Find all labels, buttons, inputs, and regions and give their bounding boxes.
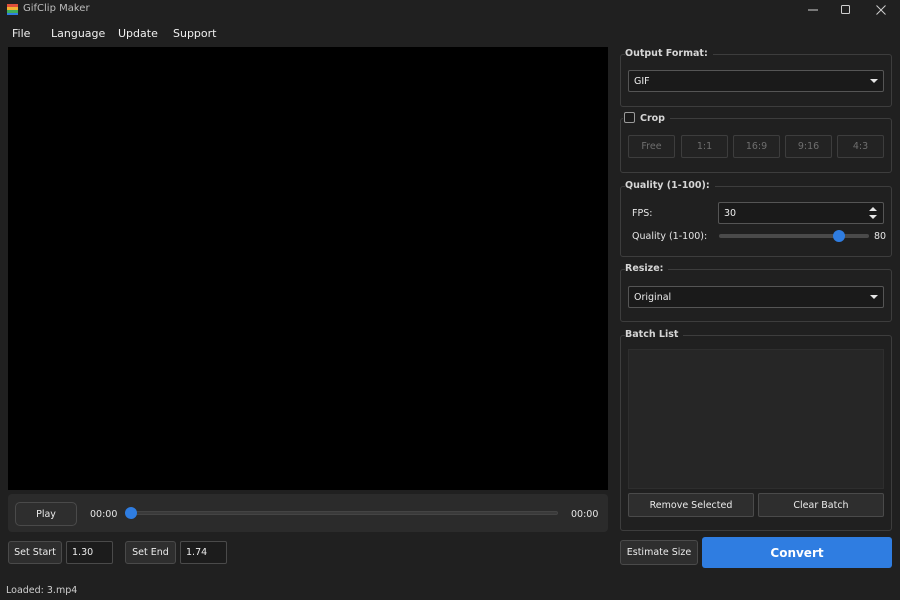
batch-title: Batch List bbox=[625, 329, 684, 340]
current-time: 00:00 bbox=[90, 509, 118, 520]
resize-select[interactable]: Original bbox=[628, 286, 884, 308]
crop-checkbox[interactable] bbox=[624, 112, 635, 123]
set-start-button[interactable]: Set Start bbox=[8, 541, 62, 564]
close-button[interactable] bbox=[864, 0, 898, 20]
crop-ratio-9-16[interactable]: 9:16 bbox=[785, 135, 832, 158]
play-button[interactable]: Play bbox=[15, 502, 77, 526]
fps-spinbox[interactable]: 30 bbox=[718, 202, 884, 224]
output-format-title: Output Format: bbox=[625, 48, 713, 59]
menu-update[interactable]: Update bbox=[118, 27, 158, 40]
crop-ratio-16-9[interactable]: 16:9 bbox=[733, 135, 780, 158]
chevron-down-icon bbox=[870, 295, 878, 299]
minimize-icon bbox=[808, 9, 818, 11]
output-format-select[interactable]: GIF bbox=[628, 70, 884, 92]
app-icon bbox=[7, 4, 18, 15]
crop-ratio-1-1[interactable]: 1:1 bbox=[681, 135, 728, 158]
set-end-button[interactable]: Set End bbox=[125, 541, 176, 564]
crop-ratio-free[interactable]: Free bbox=[628, 135, 675, 158]
fps-value: 30 bbox=[724, 207, 737, 219]
fps-label: FPS: bbox=[632, 208, 653, 219]
remove-selected-button[interactable]: Remove Selected bbox=[628, 493, 754, 517]
end-time-field[interactable]: 1.74 bbox=[180, 541, 227, 564]
status-text: Loaded: 3.mp4 bbox=[6, 585, 78, 596]
chevron-down-icon bbox=[870, 79, 878, 83]
seek-slider-handle[interactable] bbox=[125, 507, 137, 519]
total-time: 00:00 bbox=[571, 509, 599, 520]
title-bar bbox=[0, 0, 900, 20]
estimate-size-button[interactable]: Estimate Size bbox=[620, 540, 698, 565]
menu-support[interactable]: Support bbox=[173, 27, 216, 40]
crop-label: Crop bbox=[640, 113, 670, 124]
video-preview[interactable] bbox=[8, 47, 608, 490]
resize-value: Original bbox=[634, 291, 672, 303]
clear-batch-button[interactable]: Clear Batch bbox=[758, 493, 884, 517]
close-icon bbox=[876, 5, 886, 15]
menu-language[interactable]: Language bbox=[51, 27, 105, 40]
quality-slider[interactable] bbox=[719, 234, 869, 238]
output-format-value: GIF bbox=[634, 75, 650, 87]
menu-file[interactable]: File bbox=[12, 27, 30, 40]
start-time-field[interactable]: 1.30 bbox=[66, 541, 113, 564]
window-title: GifClip Maker bbox=[23, 3, 90, 14]
seek-slider[interactable] bbox=[130, 511, 558, 515]
maximize-icon bbox=[841, 5, 850, 14]
convert-button[interactable]: Convert bbox=[702, 537, 892, 568]
batch-list[interactable] bbox=[628, 349, 884, 489]
minimize-button[interactable] bbox=[796, 0, 830, 20]
crop-ratio-4-3[interactable]: 4:3 bbox=[837, 135, 884, 158]
quality-value: 80 bbox=[874, 231, 887, 242]
quality-group-title: Quality (1-100): bbox=[625, 180, 715, 191]
quality-label: Quality (1-100): bbox=[632, 231, 708, 242]
maximize-button[interactable] bbox=[829, 0, 863, 20]
spin-arrows-icon[interactable] bbox=[868, 205, 878, 221]
quality-slider-handle[interactable] bbox=[833, 230, 845, 242]
resize-title: Resize: bbox=[625, 263, 669, 274]
